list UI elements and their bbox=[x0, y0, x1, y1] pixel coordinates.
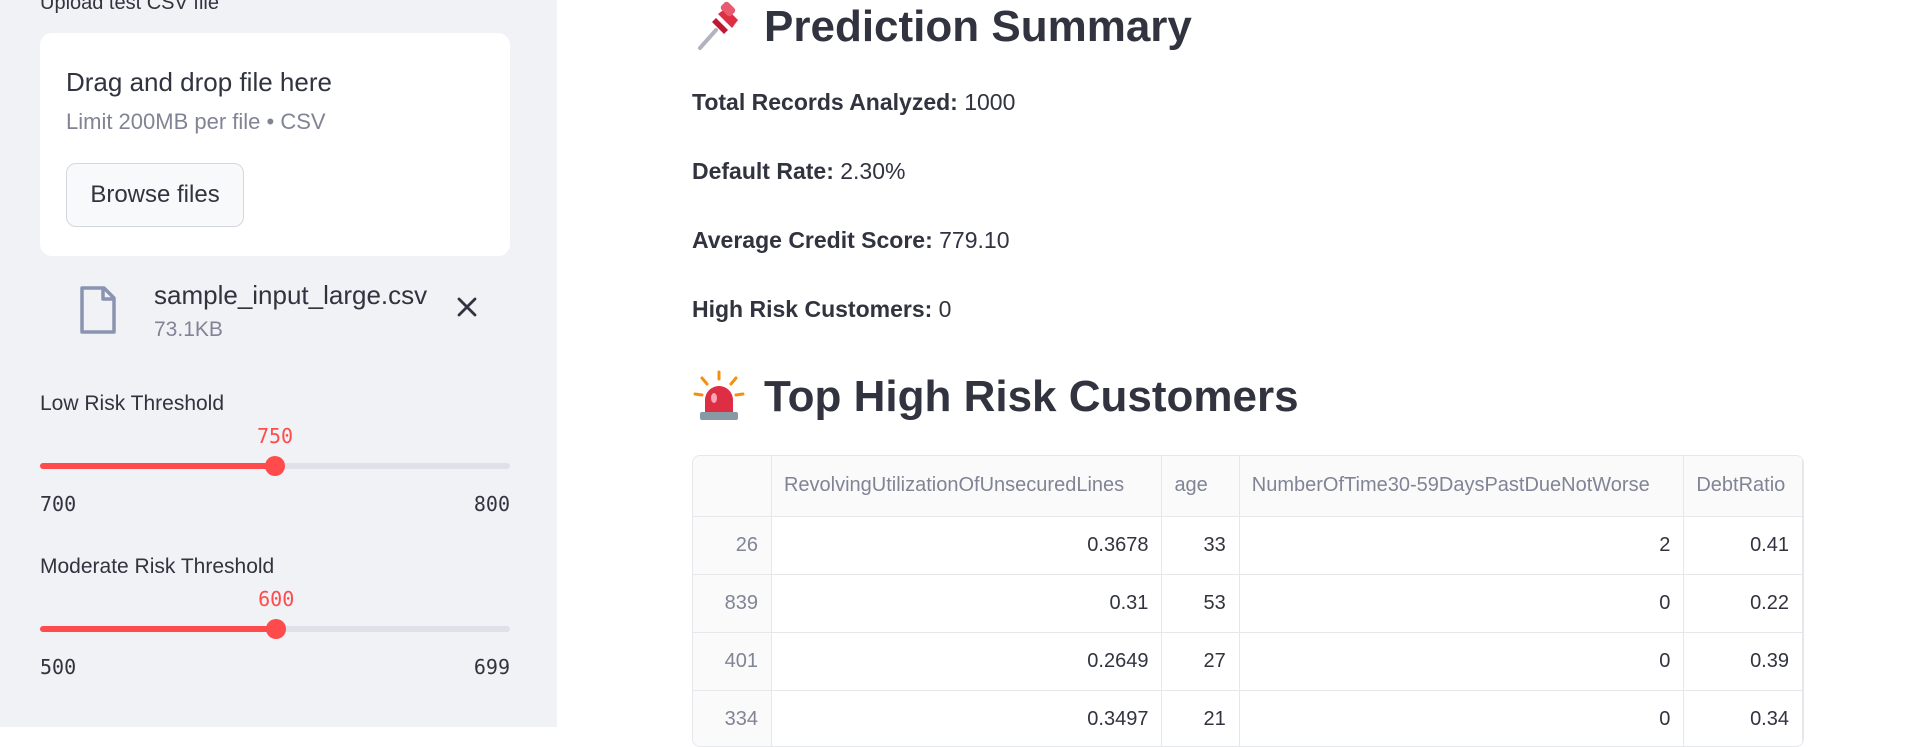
slider-max: 699 bbox=[473, 655, 510, 679]
stat-total-records: Total Records Analyzed: 1000 bbox=[692, 89, 1015, 116]
stat-value: 779.10 bbox=[939, 227, 1010, 253]
stat-default-rate: Default Rate: 2.30% bbox=[692, 158, 905, 185]
main-content: Prediction Summary Total Records Analyze… bbox=[557, 0, 1915, 747]
slider-label: Low Risk Threshold bbox=[40, 392, 225, 415]
slider-min: 700 bbox=[40, 492, 77, 516]
slider-value: 600 bbox=[258, 587, 295, 611]
slider-fill bbox=[40, 626, 277, 632]
column-header[interactable]: NumberOfTime30-59DaysPastDueNotWorse bbox=[1239, 456, 1685, 517]
slider-thumb[interactable] bbox=[265, 456, 285, 476]
table-cell[interactable]: 0.2649 bbox=[771, 632, 1163, 691]
file-name: sample_input_large.csv bbox=[154, 280, 428, 310]
table-cell[interactable]: 0.41 bbox=[1683, 516, 1803, 575]
table-row: 26 0.3678 33 2 0.41 bbox=[693, 516, 1803, 575]
uploaded-file: sample_input_large.csv 73.1KB bbox=[40, 278, 510, 350]
slider-value: 750 bbox=[256, 424, 294, 448]
table-cell[interactable]: 0.3678 bbox=[771, 516, 1163, 575]
slider-thumb[interactable] bbox=[266, 619, 287, 639]
table-row: 839 0.31 53 0 0.22 bbox=[693, 574, 1803, 633]
section-title: Top High Risk Customers bbox=[764, 372, 1299, 421]
row-index: 839 bbox=[693, 574, 772, 633]
file-dropzone[interactable]: Drag and drop file here Limit 200MB per … bbox=[40, 33, 510, 256]
stat-value: 0 bbox=[938, 296, 952, 322]
table-cell[interactable]: 0 bbox=[1239, 574, 1685, 633]
table-cell[interactable]: 0 bbox=[1239, 690, 1685, 746]
stat-label: Average Credit Score: bbox=[692, 227, 933, 253]
table-row: 401 0.2649 27 0 0.39 bbox=[693, 632, 1803, 691]
dropzone-limit: Limit 200MB per file • CSV bbox=[66, 109, 326, 134]
close-icon[interactable] bbox=[452, 292, 482, 322]
table-cell[interactable]: 0 bbox=[1239, 632, 1685, 691]
stat-label: Default Rate: bbox=[692, 158, 834, 184]
rotating-light-icon bbox=[693, 370, 745, 420]
column-header[interactable]: age bbox=[1161, 456, 1240, 517]
row-index: 26 bbox=[693, 516, 772, 575]
slider-min: 500 bbox=[40, 655, 77, 679]
dropzone-title: Drag and drop file here bbox=[66, 67, 332, 97]
file-icon bbox=[80, 286, 116, 334]
prediction-summary-heading: Prediction Summary bbox=[692, 0, 1192, 54]
column-header[interactable]: DebtRatio bbox=[1683, 456, 1803, 517]
table-cell[interactable]: 33 bbox=[1161, 516, 1240, 575]
table-header-row: RevolvingUtilizationOfUnsecuredLines age… bbox=[693, 456, 1803, 517]
high-risk-heading: Top High Risk Customers bbox=[692, 370, 1299, 424]
table-cell[interactable]: 27 bbox=[1161, 632, 1240, 691]
stat-label: High Risk Customers: bbox=[692, 296, 933, 322]
slider-track[interactable] bbox=[40, 456, 510, 476]
upload-label: Upload test CSV file bbox=[40, 0, 219, 14]
stat-average-credit-score: Average Credit Score: 779.10 bbox=[692, 227, 1010, 254]
table-cell[interactable]: 21 bbox=[1161, 690, 1240, 746]
stat-high-risk-customers: High Risk Customers: 0 bbox=[692, 296, 951, 323]
stat-label: Total Records Analyzed: bbox=[692, 89, 958, 115]
table-cell[interactable]: 0.22 bbox=[1683, 574, 1803, 633]
file-size: 73.1KB bbox=[154, 318, 223, 341]
column-header[interactable]: RevolvingUtilizationOfUnsecuredLines bbox=[771, 456, 1163, 517]
page-title: Prediction Summary bbox=[764, 2, 1192, 51]
slider-label: Moderate Risk Threshold bbox=[40, 555, 275, 578]
stat-value: 2.30% bbox=[840, 158, 906, 184]
pushpin-icon bbox=[698, 1, 738, 50]
stat-value: 1000 bbox=[964, 89, 1016, 115]
table-cell[interactable]: 2 bbox=[1239, 516, 1685, 575]
table-cell[interactable]: 0.34 bbox=[1683, 690, 1803, 746]
table-row: 334 0.3497 21 0 0.34 bbox=[693, 690, 1803, 746]
table-cell[interactable]: 0.39 bbox=[1683, 632, 1803, 691]
column-header[interactable] bbox=[693, 456, 772, 517]
data-table: RevolvingUtilizationOfUnsecuredLines age… bbox=[693, 456, 1803, 746]
row-index: 401 bbox=[693, 632, 772, 691]
slider-fill bbox=[40, 463, 275, 469]
sidebar: Upload test CSV file Drag and drop file … bbox=[0, 0, 557, 727]
slider-track[interactable] bbox=[40, 619, 510, 639]
table-cell[interactable]: 0.3497 bbox=[771, 690, 1163, 746]
row-index: 334 bbox=[693, 690, 772, 746]
high-risk-table[interactable]: RevolvingUtilizationOfUnsecuredLines age… bbox=[692, 455, 1804, 747]
slider-max: 800 bbox=[473, 492, 510, 516]
table-cell[interactable]: 0.31 bbox=[771, 574, 1163, 633]
browse-files-button[interactable]: Browse files bbox=[66, 163, 244, 227]
table-cell[interactable]: 53 bbox=[1161, 574, 1240, 633]
